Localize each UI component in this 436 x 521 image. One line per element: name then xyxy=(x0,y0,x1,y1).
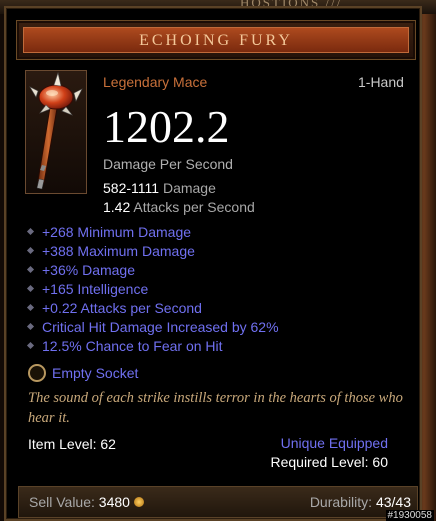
affix-line: Critical Hit Damage Increased by 62% xyxy=(26,319,279,335)
sell-label: Sell Value: xyxy=(29,494,95,510)
affix-line: +165 Intelligence xyxy=(26,281,149,297)
socket-ring-icon xyxy=(28,364,46,383)
affix-line: +388 Maximum Damage xyxy=(26,243,195,259)
affix-text: +0.22 Attacks per Second xyxy=(42,300,202,316)
diamond-bullet-icon xyxy=(26,227,35,235)
affix-text: Critical Hit Damage Increased by 62% xyxy=(42,319,279,335)
affix-text: +388 Maximum Damage xyxy=(42,243,195,259)
empty-socket: Empty Socket xyxy=(28,364,139,383)
item-dps: 1202.2 xyxy=(103,101,230,152)
watermark: #1930058 xyxy=(385,510,434,521)
durability-label: Durability: xyxy=(309,494,373,510)
affix-text: +268 Minimum Damage xyxy=(42,224,192,240)
damage-range: 582-1111 xyxy=(103,180,160,196)
affix-text: 12.5% Chance to Fear on Hit xyxy=(42,338,223,354)
durability-value: 43/43 xyxy=(375,494,411,510)
affix-line: +36% Damage xyxy=(26,262,136,278)
durability: Durability: 43/43 xyxy=(310,494,411,510)
socket-label: Empty Socket xyxy=(52,365,139,381)
item-footer: Sell Value: 3480 Durability: 43/43 xyxy=(18,486,418,518)
affix-text: +36% Damage xyxy=(42,262,136,278)
attacks-value: 1.42 xyxy=(103,199,131,215)
diamond-bullet-icon xyxy=(26,322,35,330)
item-hand: 1-Hand xyxy=(358,74,404,90)
attacks-stat: 1.42 Attacks per Second xyxy=(103,199,255,215)
diamond-bullet-icon xyxy=(26,303,35,311)
diamond-bullet-icon xyxy=(26,246,35,254)
required-level: Required Level: 60 xyxy=(270,454,388,470)
mace-icon xyxy=(29,71,83,190)
damage-label: Damage xyxy=(162,180,216,196)
item-name: ECHOING FURY xyxy=(139,32,293,49)
affix-text: +165 Intelligence xyxy=(42,281,149,297)
diamond-bullet-icon xyxy=(26,284,35,292)
item-title-bar: ECHOING FURY xyxy=(16,20,416,60)
item-level: Item Level: 62 xyxy=(28,436,116,452)
sell-value: Sell Value: 3480 xyxy=(29,494,144,510)
sell-amount: 3480 xyxy=(98,494,130,510)
damage-stat: 582-1111 Damage xyxy=(103,180,216,196)
affix-line: +0.22 Attacks per Second xyxy=(26,300,202,316)
diamond-bullet-icon xyxy=(26,265,35,273)
gold-coin-icon xyxy=(133,497,144,508)
item-icon-frame xyxy=(25,70,87,194)
affix-line: +268 Minimum Damage xyxy=(26,224,192,240)
unique-equipped: Unique Equipped xyxy=(280,435,388,451)
affix-line: 12.5% Chance to Fear on Hit xyxy=(26,338,223,354)
attacks-label: Attacks per Second xyxy=(133,199,255,215)
item-title-banner: ECHOING FURY xyxy=(23,27,409,53)
item-tooltip: ECHOING FURY Legendary Mace 1-Hand 1202.… xyxy=(4,6,422,521)
flavor-text: The sound of each strike instills terror… xyxy=(28,390,403,426)
dps-label: Damage Per Second xyxy=(103,156,233,172)
diamond-bullet-icon xyxy=(26,341,35,349)
item-type: Legendary Mace xyxy=(103,74,208,90)
